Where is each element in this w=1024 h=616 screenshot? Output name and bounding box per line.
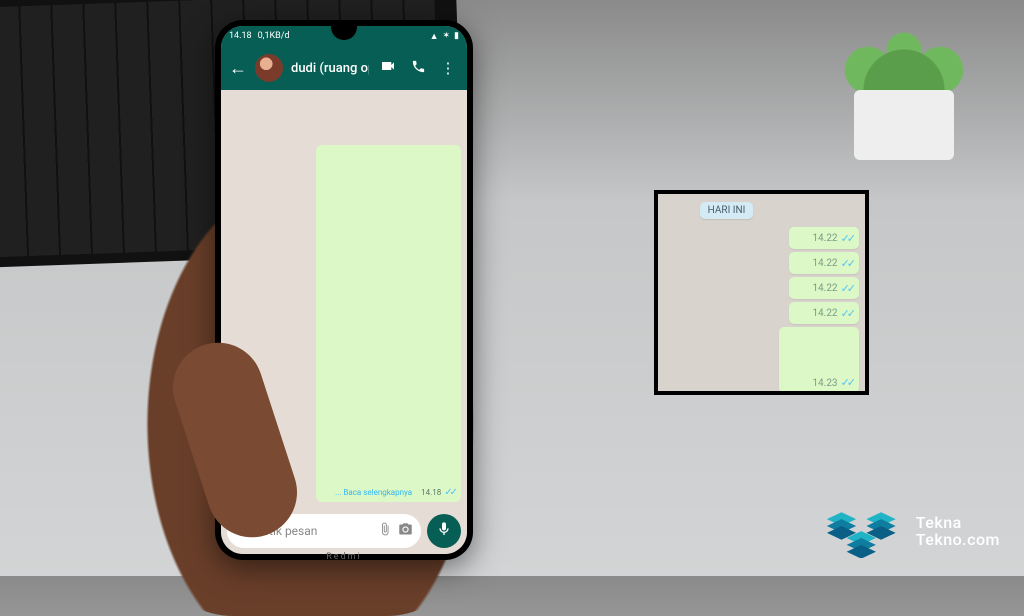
phone-brand-label: Redmi [215, 552, 473, 562]
message-time: 14.22 [812, 258, 837, 269]
chat-header: ← dudi (ruang oprek) ⋮ [221, 46, 467, 90]
plant-prop [824, 10, 984, 160]
message-time: 14.18 [421, 488, 441, 497]
list-item: 14.22 ✓✓ [789, 227, 859, 249]
status-netspeed: 0,1KB/d [258, 31, 290, 41]
read-receipt-icon: ✓✓ [841, 257, 853, 270]
message-time: 14.22 [812, 233, 837, 244]
contact-name[interactable]: dudi (ruang oprek) [291, 61, 369, 76]
message-time: 14.22 [812, 308, 837, 319]
attach-icon[interactable] [378, 522, 392, 540]
mic-button[interactable] [427, 514, 461, 548]
list-item: 14.22 ✓✓ [789, 252, 859, 274]
list-item: 14.22 ✓✓ [789, 277, 859, 299]
watermark-logo: Tekna Tekno.com [820, 506, 1000, 558]
logo-icon [820, 506, 906, 558]
voice-call-icon[interactable] [407, 59, 429, 78]
message-time: 14.22 [812, 283, 837, 294]
camera-icon[interactable] [398, 522, 413, 541]
message-time: 14.23 [812, 378, 837, 389]
status-time: 14.18 [229, 31, 252, 41]
signal-icon: ▲ [430, 31, 439, 42]
inset-message-list: 14.22 ✓✓ 14.22 ✓✓ 14.22 ✓✓ 14.22 ✓✓ 14.2… [658, 227, 865, 395]
video-call-icon[interactable] [377, 58, 399, 78]
watermark-text: Tekna Tekno.com [916, 515, 1000, 549]
wifi-icon: ✶ [443, 31, 451, 41]
battery-icon: ▮ [454, 31, 459, 41]
inset-panel: HARI INI 14.22 ✓✓ 14.22 ✓✓ 14.22 ✓✓ 14.2… [654, 190, 869, 395]
avatar[interactable] [255, 54, 283, 82]
list-item: 14.22 ✓✓ [789, 302, 859, 324]
read-receipt-icon: ✓✓ [841, 232, 853, 245]
more-icon[interactable]: ⋮ [437, 59, 459, 77]
list-item: 14.23 ✓✓ [779, 327, 859, 393]
message-bubble-outgoing[interactable]: ... Baca selengkapnya 14.18 ✓✓ [316, 145, 461, 502]
read-receipt-icon: ✓✓ [444, 487, 455, 498]
back-icon[interactable]: ← [229, 58, 247, 79]
plant-pot [854, 90, 954, 160]
read-receipt-icon: ✓✓ [841, 376, 853, 389]
read-receipt-icon: ✓✓ [841, 282, 853, 295]
watermark-line2: Tekno.com [916, 532, 1000, 549]
read-receipt-icon: ✓✓ [841, 307, 853, 320]
read-more-link[interactable]: ... Baca selengkapnya [335, 488, 412, 497]
date-separator: HARI INI [700, 202, 754, 219]
